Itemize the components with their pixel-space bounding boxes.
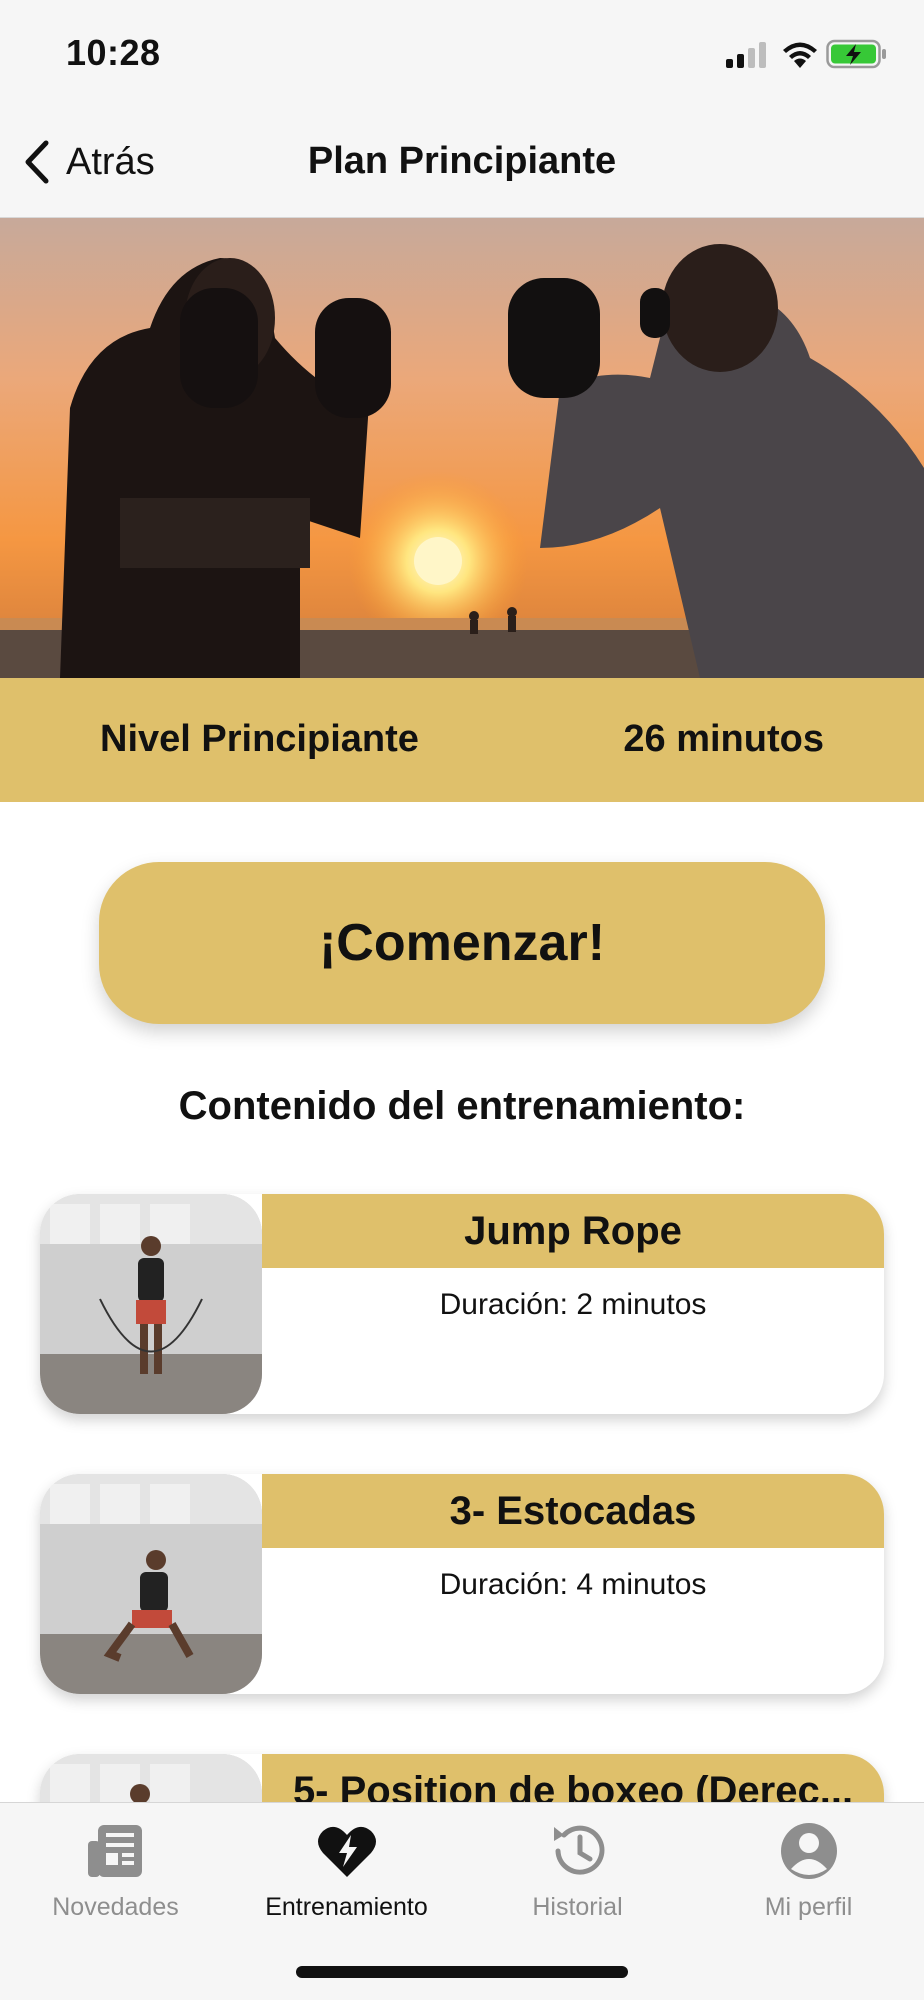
wifi-icon [783, 42, 817, 68]
exercise-duration: Duración: 4 minutos [439, 1568, 707, 1601]
heart-bolt-icon [317, 1826, 376, 1877]
exercise-card[interactable]: 3- Estocadas Duración: 4 minutos [40, 1474, 884, 1694]
exercise-title: 3- Estocadas [262, 1474, 884, 1548]
tab-label: Historial [532, 1893, 623, 1921]
exercise-card[interactable]: Jump Rope Duración: 2 minutos [40, 1194, 884, 1414]
start-button[interactable]: ¡Comenzar! [99, 862, 825, 1024]
battery-charging-icon [826, 39, 886, 69]
tab-historial[interactable]: Historial [462, 1819, 693, 1939]
hero-image [0, 218, 924, 678]
exercise-duration: Duración: 2 minutos [439, 1288, 707, 1321]
total-duration-label: 26 minutos [623, 718, 824, 760]
cellular-signal-icon [726, 42, 766, 68]
history-icon [553, 1825, 604, 1875]
tab-novedades[interactable]: Novedades [0, 1819, 231, 1939]
tab-mi-perfil[interactable]: Mi perfil [693, 1819, 924, 1939]
section-title: Contenido del entrenamiento: [178, 1084, 746, 1128]
status-bar: 10:28 [0, 0, 924, 110]
navigation-bar: Atrás Plan Principiante [0, 110, 924, 218]
tab-label: Novedades [52, 1893, 179, 1921]
tab-label: Mi perfil [764, 1893, 853, 1921]
exercise-thumbnail [40, 1474, 262, 1694]
status-time: 10:28 [66, 32, 161, 73]
exercise-thumbnail [40, 1194, 262, 1414]
tab-label: Entrenamiento [265, 1893, 428, 1921]
tab-entrenamiento[interactable]: Entrenamiento [231, 1819, 462, 1939]
profile-icon [780, 1823, 837, 1879]
page-title: Plan Principiante [307, 140, 617, 182]
home-indicator [296, 1966, 628, 1978]
level-label: Nivel Principiante [100, 718, 419, 760]
plan-info-band: Nivel Principiante 26 minutos [0, 678, 924, 802]
news-icon [87, 1825, 142, 1877]
exercise-title: Jump Rope [262, 1194, 884, 1268]
